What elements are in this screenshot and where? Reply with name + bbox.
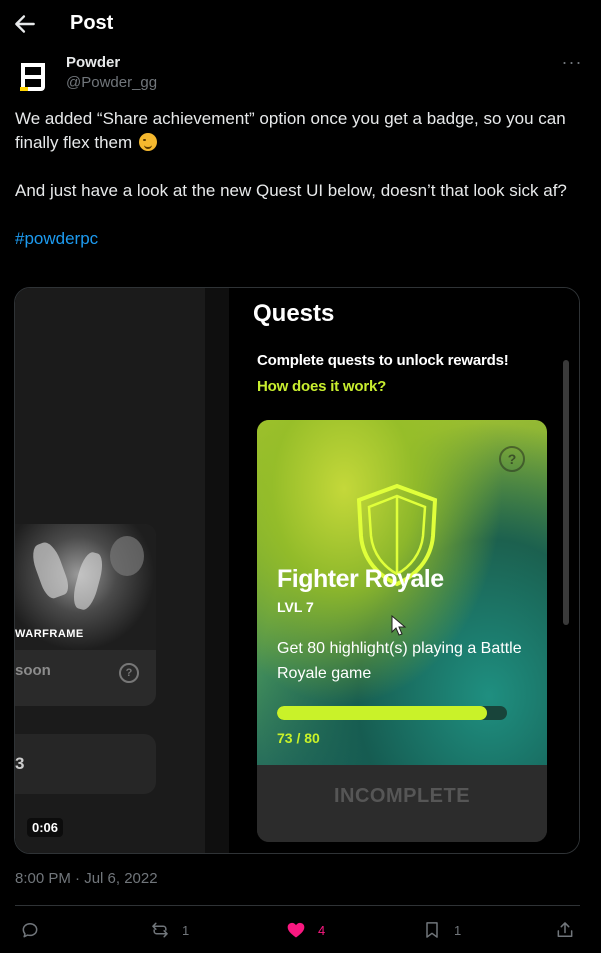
powder-logo-icon — [20, 63, 45, 91]
quest-card: ? Fighter Royale LVL 7 Get 80 highlight(… — [257, 420, 547, 842]
quest-card-header: ? Fighter Royale LVL 7 Get 80 highlight(… — [257, 420, 547, 765]
hashtag-link[interactable]: #powderpc — [15, 229, 98, 248]
author-handle[interactable]: @Powder_gg — [66, 74, 157, 91]
quest-name: Fighter Royale — [277, 565, 444, 593]
like-button[interactable]: 4 — [286, 918, 325, 942]
repost-button[interactable]: 1 — [150, 918, 189, 942]
winking-face-emoji-icon — [138, 133, 157, 151]
arrow-left-icon — [15, 15, 35, 33]
bookmark-button[interactable]: 1 — [422, 918, 461, 942]
bookmark-count: 1 — [454, 922, 462, 938]
quest-progress-fill — [277, 706, 487, 720]
game-logo: WARFRAME — [15, 628, 84, 640]
tweet-text-p2: And just have a look at the new Quest UI… — [15, 181, 567, 200]
video-player[interactable]: WARFRAME soon ? 3 Quests Complete quests… — [14, 287, 580, 854]
help-icon: ? — [119, 663, 139, 683]
back-button[interactable] — [12, 11, 38, 37]
more-dots-icon: ··· — [561, 52, 583, 72]
bookmark-icon — [426, 922, 438, 938]
share-icon — [557, 922, 573, 937]
share-button[interactable] — [555, 918, 575, 942]
reply-button[interactable] — [20, 918, 52, 942]
post-timestamp[interactable]: 8:00 PM · Jul 6, 2022 — [15, 870, 158, 887]
quests-subtitle: Complete quests to unlock rewards! — [257, 352, 509, 369]
video-time-badge: 0:06 — [27, 818, 64, 837]
game-card-partial: 3 — [15, 734, 156, 794]
repost-count: 1 — [182, 922, 190, 938]
quests-panel: Quests Complete quests to unlock rewards… — [229, 288, 579, 853]
reply-icon — [22, 923, 38, 938]
avatar[interactable] — [15, 58, 53, 96]
repost-icon — [152, 922, 168, 938]
card-digit: 3 — [15, 754, 25, 773]
game-card: WARFRAME soon ? — [15, 524, 156, 706]
tweet-text: We added “Share achievement” option once… — [15, 107, 587, 251]
quests-title: Quests — [253, 300, 335, 327]
quest-status-area: INCOMPLETE — [257, 765, 547, 842]
more-options-button[interactable]: ··· — [558, 52, 586, 74]
top-bar: Post — [0, 0, 601, 50]
card-status: soon — [15, 662, 51, 679]
quest-status: INCOMPLETE — [333, 785, 471, 807]
panel-divider — [205, 288, 229, 853]
game-art-image: WARFRAME — [15, 524, 156, 650]
how-it-works-link: How does it work? — [257, 378, 387, 395]
video-left-panel: WARFRAME soon ? 3 — [15, 288, 205, 853]
like-count: 4 — [318, 922, 326, 938]
tweet-text-p1: We added “Share achievement” option once… — [15, 109, 566, 152]
help-icon: ? — [499, 446, 525, 472]
scrollbar — [563, 360, 569, 625]
divider — [15, 905, 580, 906]
mouse-cursor-icon — [391, 615, 407, 636]
quest-description: Get 80 highlight(s) playing a Battle Roy… — [277, 640, 522, 682]
page-title: Post — [70, 12, 114, 34]
quest-progress-text: 73 / 80 — [277, 730, 320, 746]
heart-icon — [287, 922, 305, 938]
author-name[interactable]: Powder — [66, 54, 120, 71]
quest-progress-bar — [277, 706, 507, 720]
quest-level: LVL 7 — [277, 599, 314, 615]
